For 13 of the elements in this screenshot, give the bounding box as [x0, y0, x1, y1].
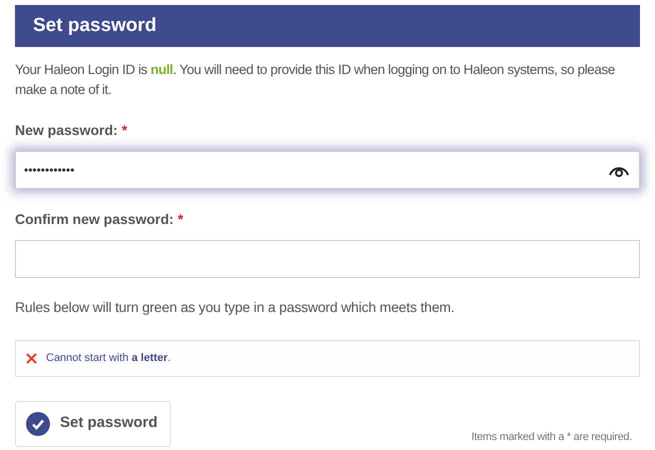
field-label: New password: [15, 121, 118, 140]
required-mark: * [178, 210, 184, 229]
check-circle-icon [26, 412, 50, 436]
required-mark: * [122, 121, 128, 140]
password-field[interactable] [15, 240, 640, 278]
intro-text: Your Haleon Login ID is null. You will need to provide this ID when logging on to Haleon systems, so please make a note of it. [15, 61, 616, 99]
required-footnote: Items marked with a * are required. [471, 430, 632, 445]
rule-text: Cannot start with a letter. [46, 351, 171, 366]
page-title: Set password [33, 14, 157, 38]
rules-hint: Rules below will turn green as you type in a password which meets them. [15, 298, 456, 317]
set-password-button[interactable]: Set password [15, 400, 171, 446]
field-label: Confirm new password: [15, 210, 174, 229]
password-field[interactable]: •••••••••••• [15, 151, 640, 189]
